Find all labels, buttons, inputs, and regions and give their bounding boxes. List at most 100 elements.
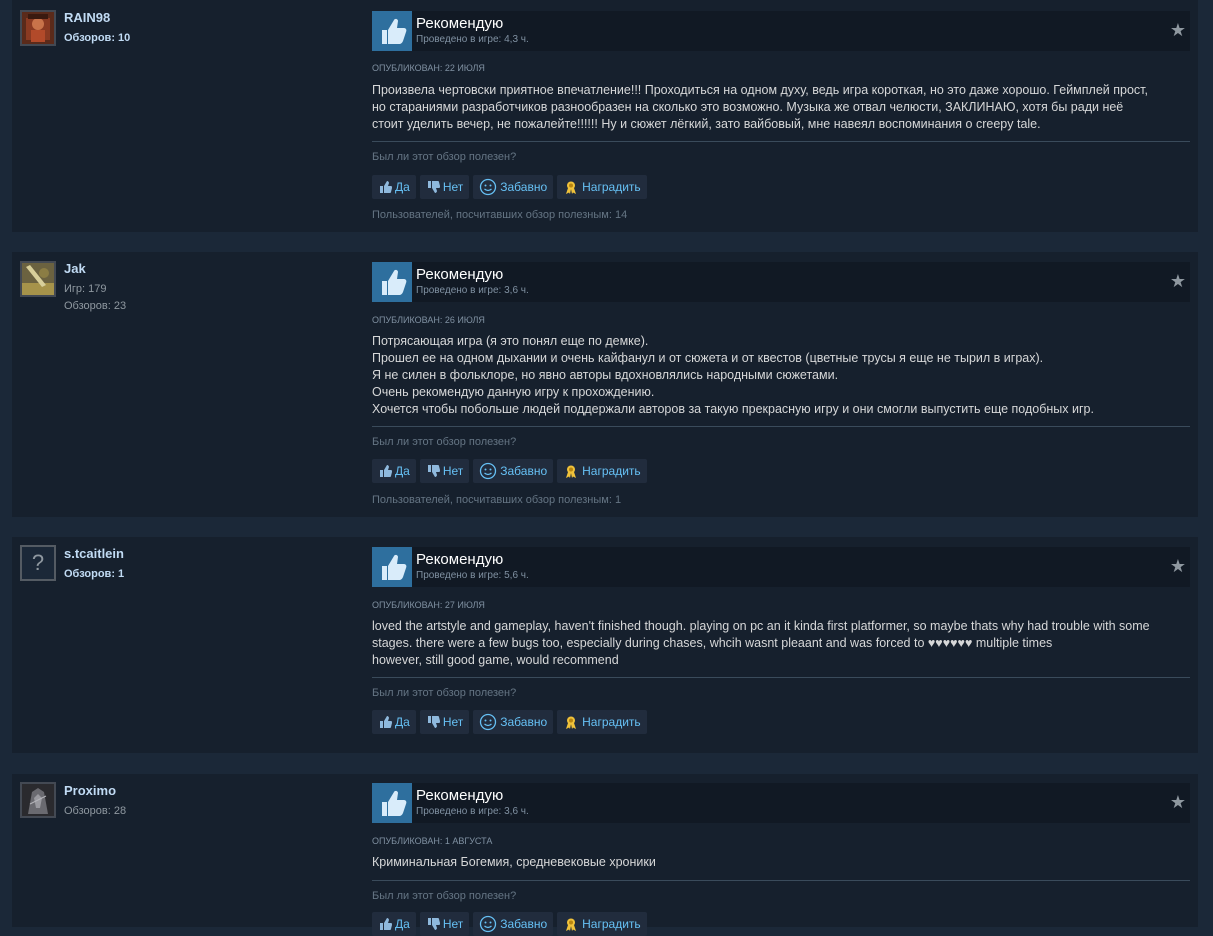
award-icon — [563, 916, 579, 932]
divider — [372, 880, 1190, 881]
vote-funny-label: Забавно — [500, 917, 548, 931]
vote-no-button[interactable]: Нет — [419, 710, 470, 734]
smiley-icon — [479, 462, 497, 480]
vote-yes-label: Да — [395, 715, 410, 729]
avatar-image — [22, 263, 54, 295]
helpful-count: Пользователей, посчитавших обзор полезны… — [372, 494, 622, 506]
thumbs-up-icon — [378, 464, 392, 478]
question-mark-icon: ? — [31, 550, 45, 575]
author-name[interactable]: Jak — [64, 261, 86, 276]
avatar[interactable]: ? — [20, 545, 56, 581]
thumbs-down-icon — [426, 464, 440, 478]
vote-no-button[interactable]: Нет — [419, 912, 470, 936]
review-text-line: но стараниями разработчиков разнообразен… — [372, 100, 1124, 114]
vote-funny-button[interactable]: Забавно — [473, 459, 554, 483]
vote-no-button[interactable]: Нет — [419, 175, 470, 199]
review-card: RAIN98 Обзоров: 10 Рекомендую Проведено … — [12, 0, 1198, 232]
thumbs-down-icon — [426, 180, 440, 194]
vote-yes-button[interactable]: Да — [372, 459, 416, 483]
thumbs-up-icon — [378, 715, 392, 729]
review-body: Рекомендую Проведено в игре: 4,3 ч. ★ ОП… — [372, 11, 1190, 232]
review-text-line: Потрясающая игра (я это понял еще по дем… — [372, 334, 649, 348]
star-icon[interactable]: ★ — [1170, 271, 1186, 292]
vote-buttons: Да Нет Забавно Наградить — [372, 710, 647, 734]
review-card: Proximo Обзоров: 28 Рекомендую Проведено… — [12, 774, 1198, 936]
hours-played: Проведено в игре: 3,6 ч. — [416, 285, 529, 296]
recommendation-title: Рекомендую — [416, 551, 504, 568]
award-icon — [563, 179, 579, 195]
vote-funny-button[interactable]: Забавно — [473, 175, 554, 199]
vote-no-button[interactable]: Нет — [419, 459, 470, 483]
divider — [372, 426, 1190, 427]
vote-header[interactable]: Рекомендую Проведено в игре: 3,6 ч. ★ — [372, 262, 1190, 302]
vote-funny-button[interactable]: Забавно — [473, 710, 554, 734]
award-icon — [563, 463, 579, 479]
star-icon[interactable]: ★ — [1170, 20, 1186, 41]
helpful-question: Был ли этот обзор полезен? — [372, 436, 517, 448]
vote-funny-label: Забавно — [500, 180, 548, 194]
review-text-line: Произвела чертовски приятное впечатление… — [372, 83, 1148, 97]
vote-yes-button[interactable]: Да — [372, 710, 416, 734]
avatar[interactable] — [20, 782, 56, 818]
review-text-line: loved the artstyle and gameplay, haven't… — [372, 619, 1150, 633]
author-review-count[interactable]: Обзоров: 10 — [64, 32, 130, 44]
thumbs-up-icon — [372, 783, 412, 823]
hours-played: Проведено в игре: 3,6 ч. — [416, 806, 529, 817]
review-text-line: стоит уделить вечер, не пожалейте!!!!!! … — [372, 117, 1041, 131]
vote-buttons: Да Нет Забавно Наградить — [372, 175, 647, 199]
author-games-count[interactable]: Игр: 179 — [64, 283, 107, 295]
star-icon[interactable]: ★ — [1170, 556, 1186, 577]
author-review-count[interactable]: Обзоров: 23 — [64, 300, 126, 312]
vote-funny-button[interactable]: Забавно — [473, 912, 554, 936]
vote-yes-label: Да — [395, 464, 410, 478]
vote-yes-label: Да — [395, 917, 410, 931]
vote-header[interactable]: Рекомендую Проведено в игре: 4,3 ч. ★ — [372, 11, 1190, 51]
award-button[interactable]: Наградить — [557, 175, 647, 199]
recommendation-title: Рекомендую — [416, 15, 504, 32]
vote-header[interactable]: Рекомендую Проведено в игре: 3,6 ч. ★ — [372, 783, 1190, 823]
author-review-count[interactable]: Обзоров: 28 — [64, 805, 126, 817]
review-text: Потрясающая игра (я это понял еще по дем… — [372, 333, 1190, 418]
vote-yes-label: Да — [395, 180, 410, 194]
review-text: Криминальная Богемия, средневековые хрон… — [372, 854, 1190, 871]
divider — [372, 677, 1190, 678]
award-button[interactable]: Наградить — [557, 459, 647, 483]
smiley-icon — [479, 713, 497, 731]
vote-no-label: Нет — [442, 715, 464, 729]
posted-date: ОПУБЛИКОВАН: 27 ИЮЛЯ — [372, 600, 485, 610]
vote-yes-button[interactable]: Да — [372, 175, 416, 199]
avatar[interactable] — [20, 261, 56, 297]
review-text-line: Очень рекомендую данную игру к прохожден… — [372, 385, 655, 399]
posted-date: ОПУБЛИКОВАН: 22 ИЮЛЯ — [372, 63, 485, 73]
posted-date: ОПУБЛИКОВАН: 1 АВГУСТА — [372, 836, 493, 846]
author-name[interactable]: s.tcaitlein — [64, 546, 124, 561]
posted-date: ОПУБЛИКОВАН: 26 ИЮЛЯ — [372, 315, 485, 325]
helpful-question: Был ли этот обзор полезен? — [372, 687, 517, 699]
author-name[interactable]: RAIN98 — [64, 10, 110, 25]
helpful-count: Пользователей, посчитавших обзор полезны… — [372, 209, 628, 221]
award-button[interactable]: Наградить — [557, 710, 647, 734]
vote-yes-button[interactable]: Да — [372, 912, 416, 936]
thumbs-down-icon — [426, 715, 440, 729]
smiley-icon — [479, 178, 497, 196]
vote-buttons: Да Нет Забавно Наградить — [372, 912, 647, 936]
review-text-line: stages. there were a few bugs too, espec… — [372, 636, 1053, 650]
vote-header[interactable]: Рекомендую Проведено в игре: 5,6 ч. ★ — [372, 547, 1190, 587]
review-text-line: Я не силен в фольклоре, но явно авторы в… — [372, 368, 839, 382]
award-button[interactable]: Наградить — [557, 912, 647, 936]
vote-funny-label: Забавно — [500, 715, 548, 729]
author-review-count[interactable]: Обзоров: 1 — [64, 568, 124, 580]
vote-buttons: Да Нет Забавно Наградить — [372, 459, 647, 483]
star-icon[interactable]: ★ — [1170, 792, 1186, 813]
author-name[interactable]: Proximo — [64, 783, 116, 798]
review-text-line: Криминальная Богемия, средневековые хрон… — [372, 855, 656, 869]
vote-no-label: Нет — [442, 180, 464, 194]
avatar-image — [22, 784, 54, 816]
review-text: loved the artstyle and gameplay, haven't… — [372, 618, 1190, 669]
review-body: Рекомендую Проведено в игре: 5,6 ч. ★ ОП… — [372, 547, 1190, 753]
thumbs-up-icon — [372, 11, 412, 51]
hours-played: Проведено в игре: 4,3 ч. — [416, 34, 529, 45]
review-body: Рекомендую Проведено в игре: 3,6 ч. ★ ОП… — [372, 783, 1190, 936]
review-text-line: however, still good game, would recommen… — [372, 653, 619, 667]
avatar[interactable] — [20, 10, 56, 46]
